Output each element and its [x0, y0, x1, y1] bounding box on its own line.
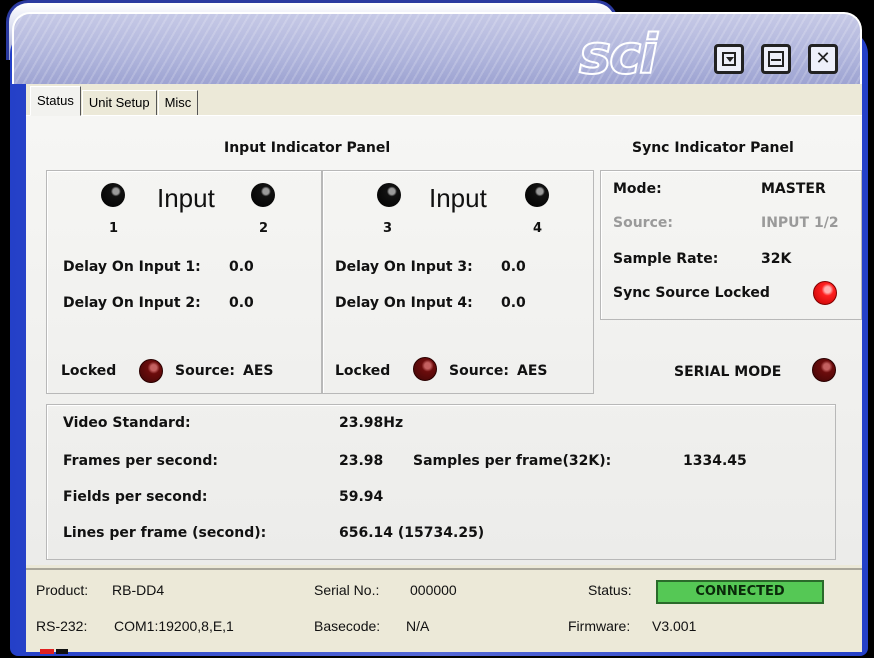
sync-locked-led-icon [813, 281, 837, 305]
delay-input-2-label: Delay On Input 2: [63, 295, 201, 311]
close-window-button[interactable]: ✕ [808, 44, 838, 74]
delay-input-1-value: 0.0 [229, 259, 254, 275]
taskbar-red-segment [40, 649, 54, 654]
delay-input-4-value: 0.0 [501, 295, 526, 311]
video-standard-value: 23.98Hz [339, 415, 404, 431]
samples-per-frame-value: 1334.45 [683, 453, 747, 469]
samples-per-frame-label: Samples per frame(32K): [413, 453, 612, 469]
taskbar-black-segment [56, 649, 68, 654]
source-value-a: AES [243, 363, 274, 379]
connection-status-badge: CONNECTED [656, 580, 824, 604]
input-4-knob-icon [525, 183, 549, 207]
basecode-label: Basecode: [314, 618, 381, 634]
serial-number-value: 000000 [410, 582, 457, 598]
input-2-knob-icon [251, 183, 275, 207]
sync-locked-label: Sync Source Locked [613, 285, 770, 301]
input-2-number: 2 [259, 221, 269, 236]
input-heading-b: Input [429, 183, 487, 213]
locked-label-a: Locked [61, 363, 117, 379]
status-tab-content: Input Indicator Panel Input 1 2 Delay On… [26, 115, 862, 565]
source-label-a: Source: [175, 363, 235, 379]
firmware-value: V3.001 [652, 618, 697, 634]
fields-per-second-value: 59.94 [339, 489, 384, 505]
delay-input-1-label: Delay On Input 1: [63, 259, 201, 275]
down-arrow-icon [722, 52, 736, 66]
locked-led-b-icon [413, 357, 437, 381]
delay-input-3-value: 0.0 [501, 259, 526, 275]
product-value: RB-DD4 [112, 582, 165, 598]
serial-mode-label: SERIAL MODE [674, 364, 782, 380]
sync-panel-box: Mode: MASTER Source: INPUT 1/2 Sample Ra… [600, 170, 862, 320]
input-group-3-4: Input 3 4 Delay On Input 3: 0.0 Delay On… [322, 170, 594, 394]
sync-source-value: INPUT 1/2 [761, 215, 839, 231]
sample-rate-label: Sample Rate: [613, 251, 719, 267]
lines-per-frame-label: Lines per frame (second): [63, 525, 267, 541]
input-4-number: 4 [533, 221, 543, 236]
fields-per-second-label: Fields per second: [63, 489, 208, 505]
lines-per-frame-value: 656.14 (15734.25) [339, 525, 485, 541]
status-bar: Product: RB-DD4 Serial No.: 000000 Statu… [26, 568, 862, 652]
status-label: Status: [588, 582, 632, 598]
product-label: Product: [36, 582, 89, 598]
sync-mode-value: MASTER [761, 181, 826, 197]
tab-status[interactable]: Status [30, 86, 81, 116]
tab-unit-setup[interactable]: Unit Setup [81, 90, 157, 116]
dropdown-window-button[interactable] [714, 44, 744, 74]
delay-input-2-value: 0.0 [229, 295, 254, 311]
sample-rate-value: 32K [761, 251, 792, 267]
input-1-number: 1 [109, 221, 119, 236]
input-heading-a: Input [157, 183, 215, 213]
sync-source-label: Source: [613, 215, 673, 231]
input-3-knob-icon [377, 183, 401, 207]
title-bar[interactable]: sci ✕ [12, 12, 862, 84]
source-value-b: AES [517, 363, 548, 379]
video-standard-label: Video Standard: [63, 415, 191, 431]
close-icon: ✕ [815, 48, 831, 69]
input-group-1-2: Input 1 2 Delay On Input 1: 0.0 Delay On… [46, 170, 322, 394]
minimize-window-button[interactable] [761, 44, 791, 74]
sync-mode-label: Mode: [613, 181, 662, 197]
delay-input-3-label: Delay On Input 3: [335, 259, 473, 275]
serial-number-label: Serial No.: [314, 582, 380, 598]
locked-led-a-icon [139, 359, 163, 383]
input-1-knob-icon [101, 183, 125, 207]
basecode-value: N/A [406, 618, 430, 634]
input-3-number: 3 [383, 221, 393, 236]
client-area: Status Unit Setup Misc Input Indicator P… [26, 84, 862, 652]
delay-input-4-label: Delay On Input 4: [335, 295, 473, 311]
minimize-icon [768, 51, 784, 67]
firmware-label: Firmware: [568, 618, 631, 634]
locked-label-b: Locked [335, 363, 391, 379]
video-standard-panel: Video Standard: 23.98Hz Frames per secon… [46, 404, 836, 560]
frames-per-second-value: 23.98 [339, 453, 384, 469]
tab-strip: Status Unit Setup Misc [30, 86, 199, 116]
input-panel-title: Input Indicator Panel [224, 140, 391, 156]
sci-logo: sci [578, 23, 659, 86]
tab-misc[interactable]: Misc [157, 90, 199, 116]
frames-per-second-label: Frames per second: [63, 453, 218, 469]
sync-panel-title: Sync Indicator Panel [632, 140, 794, 156]
serial-mode-led-icon [812, 358, 836, 382]
source-label-b: Source: [449, 363, 509, 379]
rs232-label: RS-232: [36, 618, 88, 634]
taskbar-indicator [40, 649, 68, 654]
rs232-value: COM1:19200,8,E,1 [114, 618, 234, 634]
